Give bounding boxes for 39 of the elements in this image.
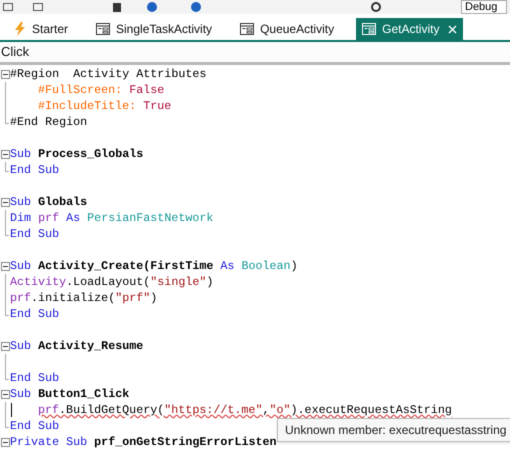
code-line: End Sub [10,163,60,177]
code-line: Sub Globals [10,195,88,209]
collapse-icon[interactable] [1,70,10,79]
error-tooltip: Unknown member: executrequestasstring [277,418,510,442]
code-line: Sub Button1_Click [10,387,130,401]
code-line: End Sub [10,419,60,433]
form-icon [96,23,110,35]
lightning-icon [14,22,26,36]
code-line: #IncludeTitle: True [38,99,172,113]
code-line: End Sub [10,227,60,241]
collapse-icon[interactable] [1,390,10,399]
form-icon [240,23,254,35]
collapse-icon[interactable] [1,342,10,351]
code-line: Dim prf As PersianFastNetwork [10,211,214,225]
code-line: #End Region [10,115,88,129]
collapse-icon[interactable] [1,262,10,271]
code-line: #FullScreen: False [38,83,164,97]
collapse-icon[interactable] [1,150,10,159]
code-line: Activity.LoadLayout("single") [10,275,214,289]
code-line: prf.BuildGetQuery("https://t.me","o").executRequestAsString [38,403,452,417]
form-icon [362,23,376,35]
editor-tab[interactable]: Starter [8,18,74,40]
code-line: Sub Activity_Resume [10,339,144,353]
ring-icon[interactable] [371,2,381,12]
collapse-icon[interactable] [1,198,10,207]
code-line: #Region Activity Attributes [10,67,206,81]
code-line: Sub Activity_Create(FirstTime As Boolean) [10,259,298,273]
code-line: End Sub [10,371,60,385]
collapse-icon[interactable] [1,438,10,447]
editor-tab[interactable]: GetActivity [356,18,464,40]
code-line: End Sub [10,307,60,321]
code-line: prf.initialize("prf") [10,291,158,305]
code-line: Private Sub prf_onGetStringErrorListen [10,435,277,449]
window-icon[interactable] [33,3,43,11]
editor-tab[interactable]: QueueActivity [234,18,340,40]
code-line: Sub Process_Globals [10,147,144,161]
editor-tab[interactable]: SingleTaskActivity [90,18,218,40]
build-config-dropdown[interactable]: Debug [461,0,507,14]
close-icon[interactable] [448,24,458,34]
